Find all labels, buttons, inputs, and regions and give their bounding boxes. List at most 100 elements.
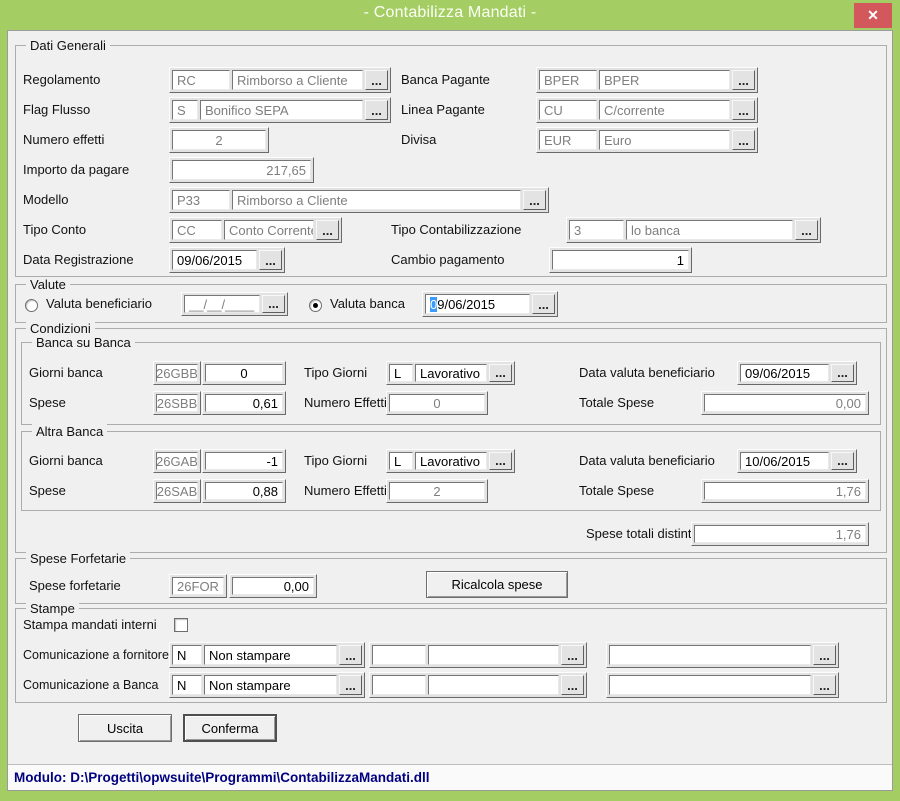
valuta-beneficiario-calendar-button[interactable]: ... [262,295,285,313]
ab-spese-code-field: 26SAB [153,479,201,503]
regolamento-code-input: RC [172,70,230,90]
cambio-pagamento-input[interactable]: 1 [552,250,689,270]
fornitore-extra1-desc-input[interactable] [428,645,559,665]
ab-tipo-giorni-field: L Lavorativo ... [386,449,515,473]
uscita-button[interactable]: Uscita [78,714,172,742]
status-text: Modulo: D:\Progetti\opwsuite\Programmi\C… [14,770,430,785]
banca-extra2-lookup-button[interactable]: ... [813,675,836,695]
divisa-desc-input: Euro [599,130,730,150]
condizioni-legend: Condizioni [26,321,95,336]
fornitore-extra1-lookup-button[interactable]: ... [561,645,584,665]
comunicazione-banca-lookup-button[interactable]: ... [339,675,362,695]
ab-tipo-giorni-lookup-button[interactable]: ... [489,452,512,470]
bsb-data-valuta-calendar-button[interactable]: ... [831,364,854,382]
ab-giorni-value-input[interactable]: -1 [205,452,283,470]
close-icon: ✕ [867,7,879,24]
linea-pagante-desc-input: C/corrente [599,100,730,120]
data-registrazione-field: 09/06/2015 ... [169,247,285,273]
regolamento-lookup-button[interactable]: ... [365,70,388,90]
tipo-contabilizzazione-lookup-button[interactable]: ... [795,220,818,240]
cambio-pagamento-label: Cambio pagamento [391,247,504,273]
divisa-label: Divisa [401,127,436,153]
spese-totali-distinta-input: 1,76 [694,525,866,543]
ab-giorni-code-field: 26GAB [153,449,201,473]
modello-field: P33 Rimborso a Cliente ... [169,187,549,213]
dialog-body: Dati Generali Regolamento RC Rimborso a … [7,30,893,791]
banca-extra1-code-input[interactable] [372,675,426,695]
modello-lookup-button[interactable]: ... [523,190,546,210]
bsb-numero-effetti-field: 0 [386,391,488,415]
data-registrazione-input[interactable]: 09/06/2015 [172,250,257,270]
spese-forfetarie-code-field: 26FOR [169,574,227,598]
valuta-banca-calendar-button[interactable]: ... [532,294,555,314]
valuta-banca-radio[interactable] [309,299,322,312]
comunicazione-fornitore-desc-input: Non stampare [204,645,337,665]
spese-forfetarie-label: Spese forfetarie [29,573,121,598]
banca-extra2-input[interactable] [609,675,811,695]
ricalcola-spese-button[interactable]: Ricalcola spese [426,571,568,598]
status-bar: Modulo: D:\Progetti\opwsuite\Programmi\C… [8,764,892,790]
flag-flusso-lookup-button[interactable]: ... [365,100,388,120]
divisa-lookup-button[interactable]: ... [732,130,755,150]
bsb-tipo-giorni-code-input[interactable]: L [389,364,413,382]
regolamento-desc-input: Rimborso a Cliente [232,70,363,90]
tipo-conto-label: Tipo Conto [23,217,86,243]
bsb-giorni-banca-label: Giorni banca [29,361,103,385]
banca-pagante-lookup-button[interactable]: ... [732,70,755,90]
conferma-button[interactable]: Conferma [183,714,277,742]
fornitore-extra2-input[interactable] [609,645,811,665]
dati-generali-legend: Dati Generali [26,38,110,53]
banca-extra1-lookup-button[interactable]: ... [561,675,584,695]
ab-data-valuta-field: 10/06/2015 ... [737,449,857,473]
window-title: - Contabilizza Mandati - [0,4,900,22]
bsb-tipo-giorni-desc-input: Lavorativo [415,364,487,382]
spese-forfetarie-value-field: 0,00 [229,574,317,598]
ab-spese-label: Spese [29,479,66,503]
modello-code-input: P33 [172,190,230,210]
comunicazione-fornitore-lookup-button[interactable]: ... [339,645,362,665]
importo-input: 217,65 [172,160,311,180]
bsb-tipo-giorni-field: L Lavorativo ... [386,361,515,385]
ab-data-valuta-input[interactable]: 10/06/2015 [740,452,829,470]
banca-pagante-code-input: BPER [539,70,597,90]
altra-banca-legend: Altra Banca [32,424,107,439]
valuta-banca-label: Valuta banca [330,292,405,316]
ab-numero-effetti-input: 2 [389,482,485,500]
comunicazione-banca-desc-input: Non stampare [204,675,337,695]
bsb-data-valuta-label: Data valuta beneficiario [579,361,715,385]
bsb-giorni-value-input[interactable]: 0 [205,364,283,382]
data-registrazione-calendar-button[interactable]: ... [259,250,282,270]
linea-pagante-lookup-button[interactable]: ... [732,100,755,120]
close-button[interactable]: ✕ [854,3,892,28]
bsb-data-valuta-input[interactable]: 09/06/2015 [740,364,829,382]
banca-pagante-label: Banca Pagante [401,67,490,93]
comunicazione-fornitore-code-input[interactable]: N [172,645,202,665]
ab-giorni-value-field: -1 [202,449,286,473]
valuta-beneficiario-radio[interactable] [25,299,38,312]
fornitore-extra2-lookup-button[interactable]: ... [813,645,836,665]
ab-data-valuta-calendar-button[interactable]: ... [831,452,854,470]
comunicazione-fornitore-label: Comunicazione a fornitore [23,642,169,668]
valuta-banca-date-input[interactable]: 09/06/2015 [425,294,530,314]
fornitore-extra1-code-input[interactable] [372,645,426,665]
valuta-beneficiario-field: __/__/____ ... [181,292,288,316]
bsb-spese-value-input[interactable]: 0,61 [205,394,283,412]
tipo-conto-lookup-button[interactable]: ... [316,220,339,240]
ab-tipo-giorni-code-input[interactable]: L [389,452,413,470]
bsb-tipo-giorni-lookup-button[interactable]: ... [489,364,512,382]
banca-extra1-desc-input[interactable] [428,675,559,695]
valuta-beneficiario-date-input[interactable]: __/__/____ [184,295,260,313]
selected-digit: 0 [430,297,437,312]
bsb-numero-effetti-label: Numero Effetti [304,391,387,415]
comunicazione-banca-code-input[interactable]: N [172,675,202,695]
numero-effetti-input: 2 [172,130,266,150]
ab-data-valuta-label: Data valuta beneficiario [579,449,715,473]
stampe-legend: Stampe [26,601,79,616]
bsb-giorni-value-field: 0 [202,361,286,385]
bsb-spese-label: Spese [29,391,66,415]
regolamento-label: Regolamento [23,67,100,93]
stampa-mandati-interni-checkbox[interactable] [174,618,188,632]
ab-spese-value-input[interactable]: 0,88 [205,482,283,500]
spese-forfetarie-value-input[interactable]: 0,00 [232,577,314,595]
bsb-totale-spese-input: 0,00 [704,394,866,412]
